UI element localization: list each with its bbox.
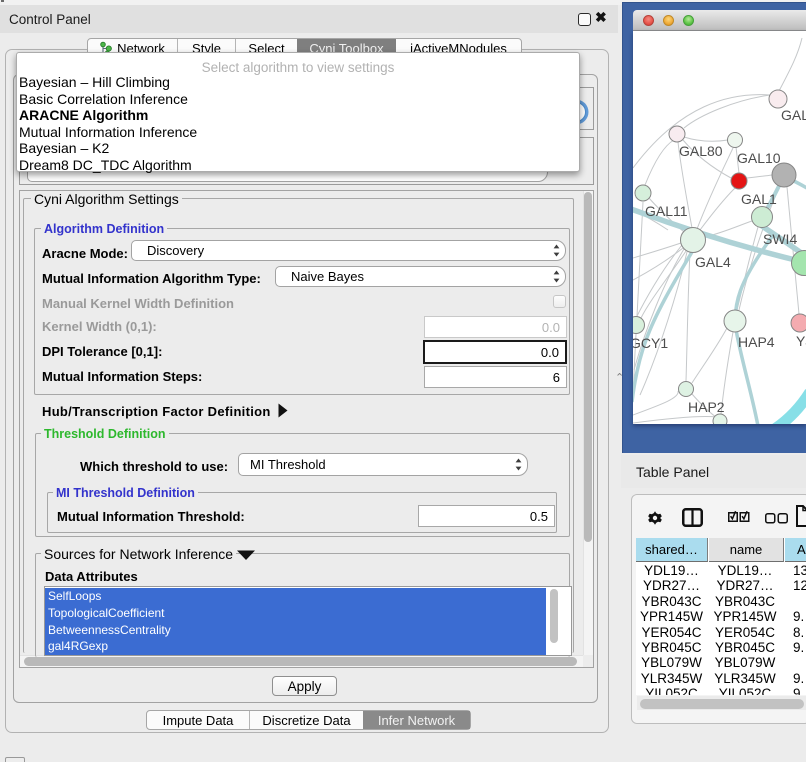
svg-text:HAP2: HAP2 — [688, 399, 725, 415]
svg-text:GAL11: GAL11 — [645, 203, 688, 219]
svg-text:GAL2: GAL2 — [781, 107, 806, 123]
svg-text:GAL1: GAL1 — [741, 191, 777, 207]
svg-text:YJ: YJ — [796, 333, 806, 349]
svg-text:SWI4: SWI4 — [763, 231, 797, 247]
svg-text:GAL80: GAL80 — [679, 143, 723, 159]
svg-text:GAL10: GAL10 — [737, 150, 781, 166]
svg-text:GAL4: GAL4 — [695, 254, 731, 270]
svg-text:GCY1: GCY1 — [633, 335, 668, 351]
svg-text:HAP4: HAP4 — [738, 334, 775, 350]
